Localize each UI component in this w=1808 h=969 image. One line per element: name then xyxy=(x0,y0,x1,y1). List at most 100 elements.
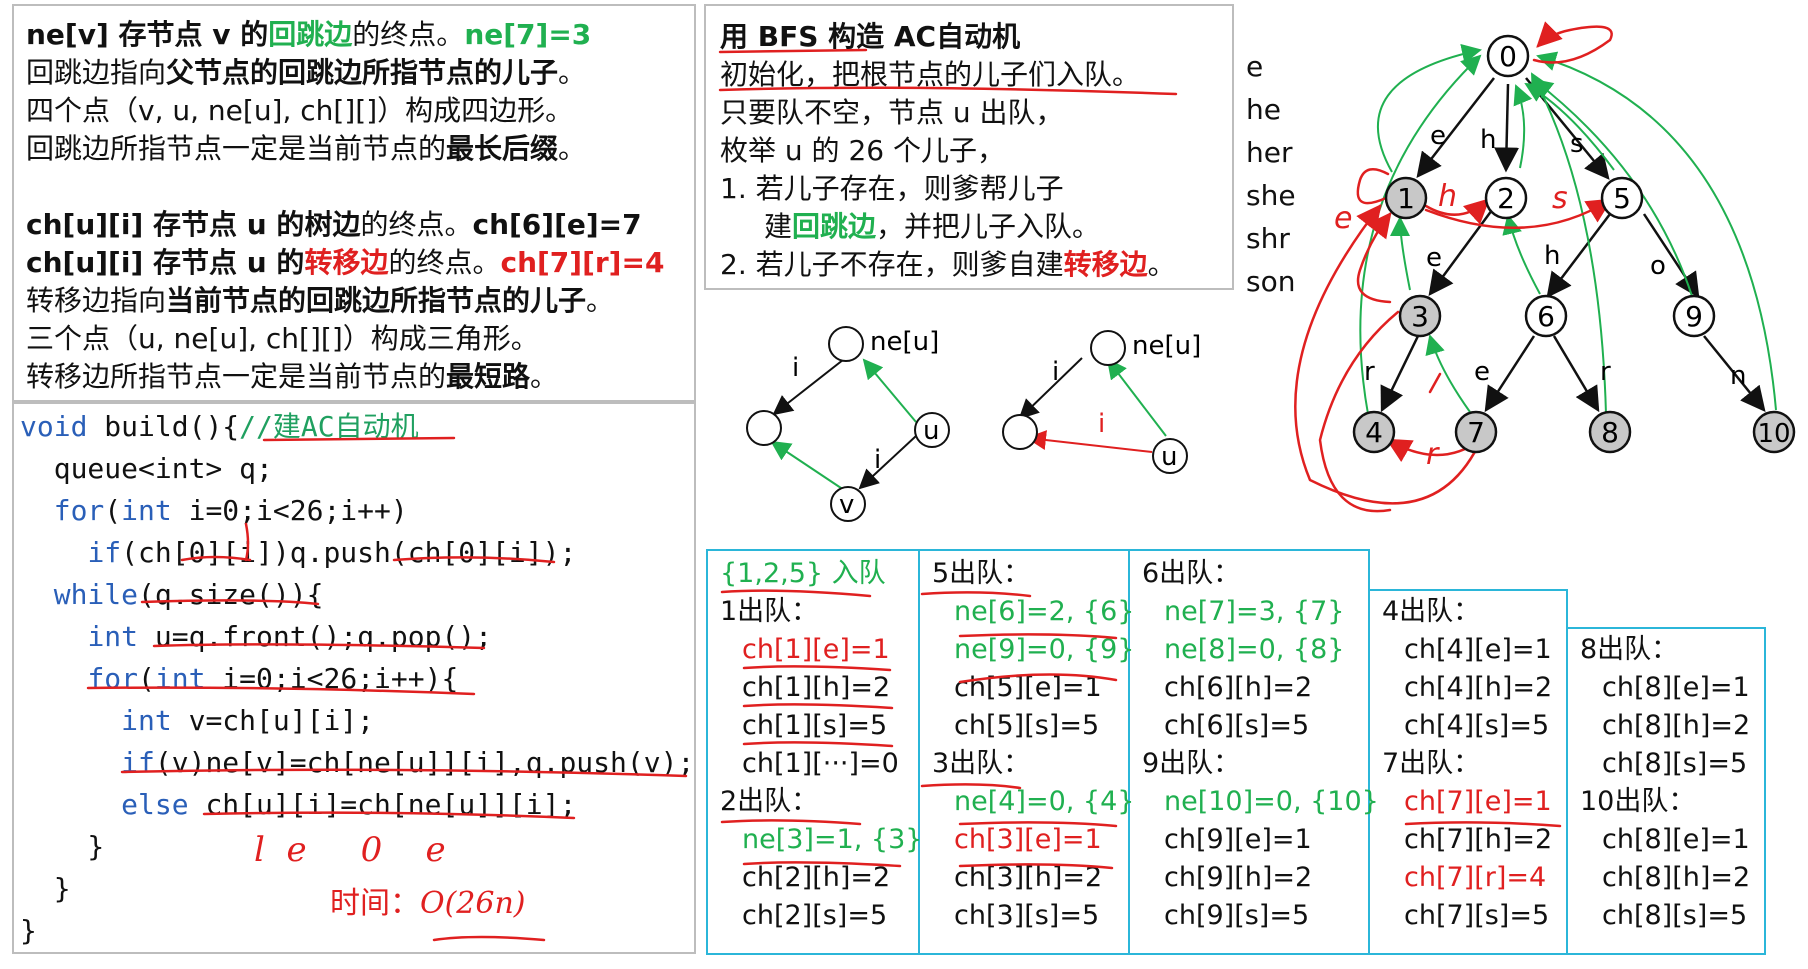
trie-diagram: 0 1 2 5 3 6 9 4 7 8 10 e h s e h o r e r… xyxy=(1294,21,1796,513)
tri-edge-red xyxy=(1026,430,1153,453)
quad-node-left xyxy=(746,410,782,446)
algorithm-step-1: 1. 若儿子存在，则爹帮儿子 xyxy=(720,172,1064,205)
queue-line: 10出队： xyxy=(1580,786,1696,817)
queue-line: ch[1][···]=0 xyxy=(742,748,899,779)
quad-label-i1: i xyxy=(792,353,799,383)
svg-text:4: 4 xyxy=(1365,416,1383,449)
trie-edge-6-8 xyxy=(1552,335,1600,413)
queue-line: ch[8][s]=5 xyxy=(1602,900,1748,931)
queue-line: ne[4]=0, {4} xyxy=(954,786,1135,817)
queue-line: ne[10]=0, {10} xyxy=(1164,786,1379,817)
tri-label-u: u xyxy=(1161,442,1177,472)
code-panel: void build(){//建AC自动机 queue<int> q; for(… xyxy=(12,402,696,954)
queue-line: ch[6][h]=2 xyxy=(1164,672,1313,703)
queue-line: ch[2][h]=2 xyxy=(742,862,891,893)
code-line-9: if(v)ne[v]=ch[ne[u]][i],q.push(v); xyxy=(121,746,695,779)
quad-diagram: ne[u] u v i i xyxy=(746,326,950,522)
trie-node-0: 0 xyxy=(1486,34,1530,78)
quad-edge-green-v xyxy=(770,440,845,491)
tri-label-i1: i xyxy=(1052,357,1059,387)
note-line-4: 回跳边所指节点一定是当前节点的最长后缀。 xyxy=(26,132,587,165)
note-line-5: ch[u][i] 存节点 u 的树边的终点。ch[6][e]=7 xyxy=(26,208,642,241)
code-line-12: } xyxy=(20,872,71,905)
trie-node-2: 2 xyxy=(1484,176,1528,220)
queue-line: ch[3][e]=1 xyxy=(954,824,1102,855)
time-complexity: 时间：O(26n) xyxy=(330,886,526,921)
algorithm-step-enum: 枚举 u 的 26 个儿子， xyxy=(720,134,1005,167)
queue-line: ch[7][r]=4 xyxy=(1404,862,1547,893)
trie-fail-2 xyxy=(1513,84,1533,169)
trie-node-1: 1 xyxy=(1384,176,1428,220)
trie-label-h1: h xyxy=(1480,125,1496,155)
trie-scribble-e: e xyxy=(1334,201,1352,236)
trie-label-n: n xyxy=(1730,361,1746,391)
svg-text:5: 5 xyxy=(1613,182,1631,215)
queue-line: ch[4][s]=5 xyxy=(1404,710,1550,741)
svg-text:10: 10 xyxy=(1757,419,1790,449)
queue-line: ch[2][s]=5 xyxy=(742,900,888,931)
trie-edge-6-7 xyxy=(1484,335,1536,413)
quad-label-v: v xyxy=(839,490,854,520)
trie-label-s1: s xyxy=(1570,129,1584,159)
queue-line: 4出队： xyxy=(1382,596,1481,627)
queue-line: 6出队： xyxy=(1142,558,1241,589)
trie-scribble-s: s xyxy=(1552,181,1568,216)
algorithm-step-loop: 只要队不空，节点 u 出队， xyxy=(720,96,1064,129)
trie-scribble-r: r xyxy=(1426,437,1440,472)
tri-node-ne-u xyxy=(1090,330,1126,366)
quad-edge-green-u xyxy=(862,358,917,423)
code-line-13: } xyxy=(20,914,37,947)
queue-line: ne[6]=2, {6} xyxy=(954,596,1135,627)
svg-text:2: 2 xyxy=(1497,182,1515,215)
trie-node-9: 9 xyxy=(1672,294,1716,338)
trie-node-7: 7 xyxy=(1454,410,1498,454)
note-line-3: 四个点（v, u, ne[u], ch[][]）构成四边形。 xyxy=(26,94,574,127)
trie-node-5: 5 xyxy=(1600,176,1644,220)
notes-panel: ne[v] 存节点 v 的回跳边的终点。ne[7]=3 回跳边指向父节点的回跳边… xyxy=(12,4,696,402)
queue-line: ch[8][s]=5 xyxy=(1602,748,1748,779)
note-line-7: 转移边指向当前节点的回跳边所指节点的儿子。 xyxy=(26,284,615,317)
queue-line: ch[8][h]=2 xyxy=(1602,862,1751,893)
trie-red-loop-root xyxy=(1532,21,1613,64)
trie-label-e2: e xyxy=(1426,243,1442,273)
code-line-3: for(int i=0;i<26;i++) xyxy=(53,494,408,527)
queue-line: ch[1][s]=5 xyxy=(742,710,888,741)
queue-line: ch[1][h]=2 xyxy=(742,672,891,703)
trie-edge-0-2 xyxy=(1494,83,1520,173)
quad-edge-i-bottom xyxy=(858,435,917,490)
code-line-7: for(int i=0;i<26;i++){ xyxy=(87,662,459,695)
trie-label-r1: r xyxy=(1364,357,1375,387)
note-line-2: 回跳边指向父节点的回跳边所指节点的儿子。 xyxy=(26,56,587,89)
trie-node-8: 8 xyxy=(1588,410,1632,454)
trie-label-r2: r xyxy=(1600,357,1611,387)
tri-label-i2: i xyxy=(1098,409,1105,439)
svg-text:9: 9 xyxy=(1685,300,1703,333)
code-line-2: queue<int> q; xyxy=(20,452,273,485)
queue-line: 9出队： xyxy=(1142,748,1241,779)
trie-fail-3 xyxy=(1390,216,1411,291)
queue-line: ch[7][h]=2 xyxy=(1404,824,1553,855)
svg-text:6: 6 xyxy=(1537,300,1555,333)
trie-node-6: 6 xyxy=(1524,294,1568,338)
trie-node-4: 4 xyxy=(1352,410,1396,454)
note-line-1: ne[v] 存节点 v 的回跳边的终点。ne[7]=3 xyxy=(26,18,592,51)
queue-line: ne[9]=0, {9} xyxy=(954,634,1135,665)
queue-line: 7出队： xyxy=(1382,748,1481,779)
svg-text:1: 1 xyxy=(1397,182,1415,215)
algorithm-title: 用 BFS 构造 AC自动机 xyxy=(720,20,1021,53)
code-line-5: while(q.size()){ xyxy=(53,578,324,611)
svg-text:8: 8 xyxy=(1601,416,1619,449)
code-line-1: void build(){//建AC自动机 xyxy=(20,410,419,443)
queue-line: ch[3][h]=2 xyxy=(954,862,1103,893)
trie-red-3-loop xyxy=(1318,310,1400,513)
quad-label-ne-u: ne[u] xyxy=(870,327,939,357)
trie-fail-1 xyxy=(1376,44,1482,173)
queue-line: ch[5][s]=5 xyxy=(954,710,1100,741)
queue-line: ch[4][e]=1 xyxy=(1404,634,1552,665)
queue-line: ch[6][s]=5 xyxy=(1164,710,1310,741)
queue-line: 1出队： xyxy=(720,596,819,627)
queue-line: 5出队： xyxy=(932,558,1031,589)
tri-label-ne-u: ne[u] xyxy=(1132,331,1201,361)
queue-line: ch[4][h]=2 xyxy=(1404,672,1553,703)
code-line-10: else ch[u][i]=ch[ne[u]][i]; xyxy=(121,788,577,821)
